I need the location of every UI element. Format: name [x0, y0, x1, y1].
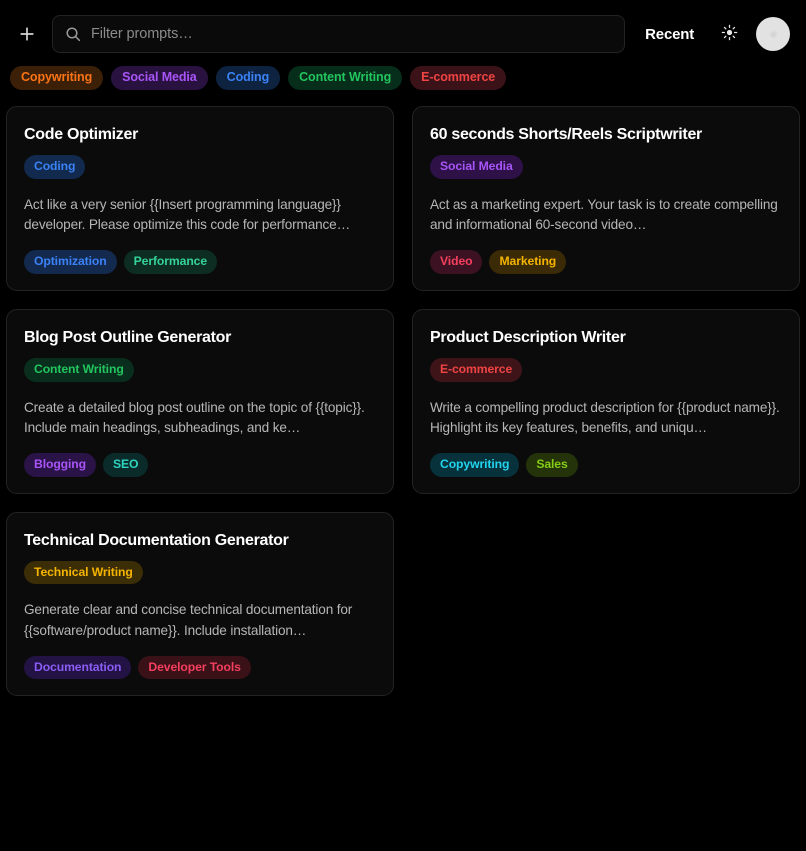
prompt-card[interactable]: Technical Documentation Generator Technic… [6, 511, 394, 697]
prompt-card-category-badge[interactable]: E-commerce [430, 357, 523, 382]
avatar[interactable] [756, 17, 790, 51]
prompt-card-category-row: Content Writing [24, 357, 376, 382]
prompt-card-tag[interactable]: Performance [123, 250, 218, 274]
top-bar: Recent [0, 0, 806, 58]
prompt-card-tag[interactable]: Sales [526, 452, 578, 477]
prompt-card-tag[interactable]: Marketing [489, 250, 567, 274]
prompt-card-tag-row: Documentation Developer Tools [24, 655, 376, 680]
prompt-card-tag[interactable]: Video [430, 250, 483, 274]
search-box[interactable] [52, 15, 626, 53]
prompt-card-category-row: Technical Writing [24, 560, 376, 585]
search-icon [65, 26, 81, 42]
prompt-card-category-badge[interactable]: Technical Writing [24, 560, 143, 585]
prompt-card-tag[interactable]: Blogging [24, 452, 96, 477]
prompt-card-title: 60 seconds Shorts/Reels Scriptwriter [430, 126, 702, 143]
prompt-card-description: Create a detailed blog post outline on t… [24, 399, 365, 436]
prompt-card-description: Act like a very senior {{Insert programm… [24, 196, 351, 233]
prompt-card-category-badge[interactable]: Content Writing [24, 357, 134, 382]
filter-chip-content-writing[interactable]: Content Writing [288, 66, 403, 90]
prompt-card-title: Product Description Writer [430, 328, 626, 346]
prompt-card-description: Act as a marketing expert. Your task is … [430, 196, 778, 233]
prompt-card-tag-row: Optimization Performance [24, 250, 376, 274]
prompt-card[interactable]: Code Optimizer Coding Act like a very seni… [6, 106, 394, 291]
sort-recent-button[interactable]: Recent [637, 20, 702, 49]
filter-chip-row: Copywriting Social Media Coding Content Wri… [0, 58, 806, 90]
prompt-card-grid: Code Optimizer Coding Act like a very seni… [0, 90, 806, 697]
prompt-card-tag-row: Blogging SEO [24, 452, 376, 477]
prompt-card[interactable]: Product Description Writer E-commerce Writ… [412, 308, 800, 494]
prompt-card-category-badge[interactable]: Coding [24, 155, 86, 179]
prompt-card-tag-row: Video Marketing [430, 250, 782, 274]
prompt-card-title: Blog Post Outline Generator [24, 328, 232, 346]
prompt-card-category-row: Coding [24, 155, 376, 179]
prompt-card-title: Code Optimizer [24, 126, 139, 143]
prompt-card-description: Write a compelling product description f… [430, 399, 780, 436]
prompt-card-category-badge[interactable]: Social Media [430, 155, 523, 179]
prompt-card-tag[interactable]: Copywriting [430, 452, 520, 477]
prompt-card[interactable]: 60 seconds Shorts/Reels Scriptwriter Soci… [412, 106, 800, 291]
prompt-card-category-row: E-commerce [430, 357, 782, 382]
prompt-card[interactable]: Blog Post Outline Generator Content Writi… [6, 308, 394, 494]
prompt-card-description: Generate clear and concise technical doc… [24, 602, 353, 639]
theme-toggle-button[interactable] [714, 19, 744, 49]
prompt-card-tag[interactable]: Documentation [24, 655, 132, 680]
prompt-card-title: Technical Documentation Generator [24, 531, 289, 549]
prompt-card-tag[interactable]: Developer Tools [138, 655, 251, 680]
prompt-card-tag-row: Copywriting Sales [430, 452, 782, 477]
filter-chip-social-media[interactable]: Social Media [111, 66, 208, 90]
prompt-card-tag[interactable]: Optimization [24, 250, 117, 274]
plus-icon [18, 25, 36, 43]
search-input[interactable] [91, 26, 613, 42]
prompt-card-tag[interactable]: SEO [103, 452, 149, 477]
prompt-card-category-row: Social Media [430, 155, 782, 179]
filter-chip-e-commerce[interactable]: E-commerce [410, 66, 507, 90]
filter-chip-coding[interactable]: Coding [215, 66, 281, 90]
sun-icon [721, 24, 738, 44]
new-prompt-button[interactable] [14, 21, 40, 47]
filter-chip-copywriting[interactable]: Copywriting [10, 66, 104, 90]
